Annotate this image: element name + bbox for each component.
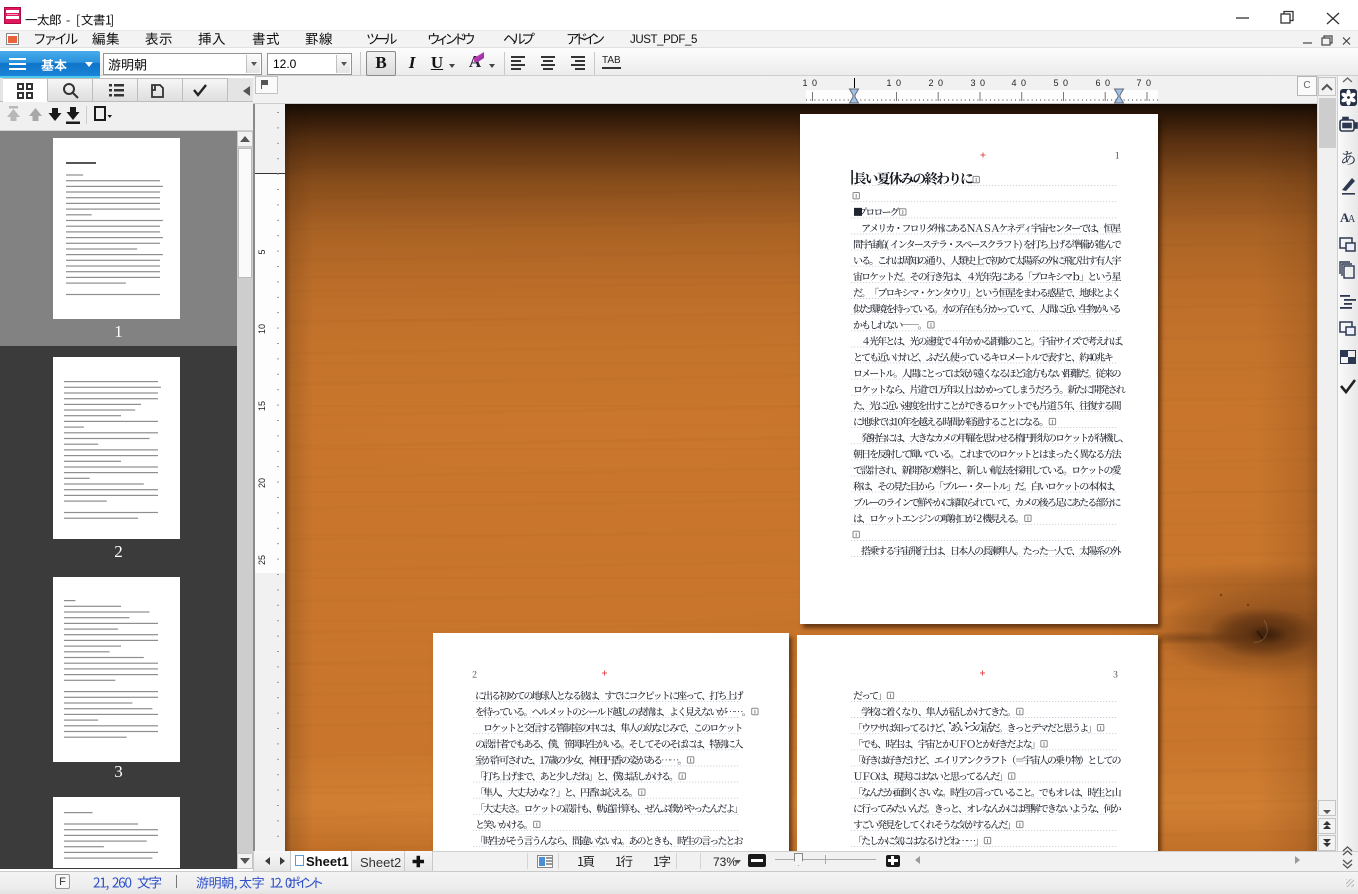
svg-text:A: A <box>1348 214 1356 225</box>
